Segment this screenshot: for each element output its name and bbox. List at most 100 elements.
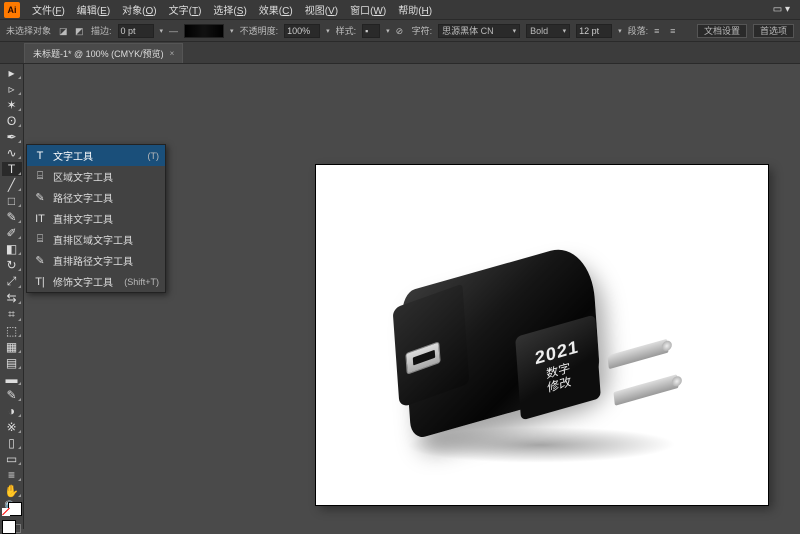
- shape-builder-tool[interactable]: ⬚: [2, 324, 22, 338]
- chevron-down-icon[interactable]: ▾: [230, 27, 234, 35]
- fill-swatch-icon[interactable]: ◪: [59, 26, 69, 36]
- link-icon[interactable]: ⊘: [396, 26, 406, 36]
- symbol-sprayer-tool[interactable]: ※: [2, 420, 22, 434]
- flyout-item-label: 区域文字工具: [53, 169, 113, 184]
- pencil-tool[interactable]: ✐: [2, 226, 22, 240]
- font-size-field[interactable]: 12 pt: [576, 24, 612, 38]
- chevron-down-icon[interactable]: ▾: [160, 27, 164, 35]
- flyout-item-label: 路径文字工具: [53, 190, 113, 205]
- flyout-item-label: 直排文字工具: [53, 211, 113, 226]
- pen-tool[interactable]: ✒: [2, 130, 22, 144]
- chevron-down-icon[interactable]: ▾: [618, 27, 622, 35]
- tool-icon: T|: [33, 276, 47, 288]
- menu-edit[interactable]: 编辑(E): [71, 0, 116, 19]
- artboard[interactable]: 2021 数字 修改: [316, 165, 768, 505]
- style-label: 样式:: [336, 24, 357, 37]
- stroke-label: 描边:: [91, 24, 112, 37]
- tool-icon: IT: [33, 213, 47, 225]
- menu-bar: Ai 文件(F) 编辑(E) 对象(O) 文字(T) 选择(S) 效果(C) 视…: [0, 0, 800, 20]
- toolbox: ▸▹✶ʘ✒∿T╱□✎✐◧↻⤢⇆⌗⬚▦▤▬✎◑※▯▭≡✋🔍: [0, 64, 24, 529]
- paragraph-label: 段落:: [628, 24, 649, 37]
- tool-icon: ✎: [33, 191, 47, 204]
- stroke-swatch-icon[interactable]: ◩: [75, 26, 85, 36]
- rectangle-tool[interactable]: □: [2, 194, 22, 208]
- chevron-down-icon[interactable]: ▾: [386, 27, 390, 35]
- chevron-down-icon[interactable]: ▾: [326, 27, 330, 35]
- font-weight-dropdown[interactable]: Bold▾: [526, 24, 570, 38]
- flyout-item-shortcut: (Shift+T): [124, 277, 159, 287]
- flyout-item-label: 直排路径文字工具: [53, 253, 133, 268]
- menu-select[interactable]: 选择(S): [207, 0, 252, 19]
- tool-icon: ⌸: [33, 170, 47, 183]
- document-tab[interactable]: 未标题-1* @ 100% (CMYK/预览) ×: [24, 43, 183, 63]
- flyout-item[interactable]: ✎ 路径文字工具: [27, 187, 165, 208]
- menu-help[interactable]: 帮助(H): [392, 0, 438, 19]
- line-segment-tool[interactable]: ╱: [2, 178, 22, 192]
- tool-icon: T: [33, 150, 47, 162]
- close-icon[interactable]: ×: [170, 49, 175, 58]
- perspective-tool[interactable]: ▦: [2, 340, 22, 354]
- menu-type[interactable]: 文字(T): [163, 0, 208, 19]
- free-transform-tool[interactable]: ⌗: [2, 307, 22, 322]
- menu-view[interactable]: 视图(V): [299, 0, 344, 19]
- magic-wand-tool[interactable]: ✶: [2, 98, 22, 112]
- slice-tool[interactable]: ≡: [2, 468, 22, 482]
- scale-tool[interactable]: ⤢: [2, 274, 22, 289]
- mesh-tool[interactable]: ▤: [2, 356, 22, 370]
- eraser-tool[interactable]: ◧: [2, 242, 22, 256]
- preferences-button[interactable]: 首选项: [753, 24, 794, 38]
- font-label: 字符:: [412, 24, 433, 37]
- hand-tool[interactable]: ✋: [2, 484, 22, 498]
- artboard-tool[interactable]: ▭: [2, 452, 22, 466]
- stroke-weight-field[interactable]: 0 pt: [118, 24, 154, 38]
- selection-status: 未选择对象: [6, 24, 51, 37]
- flyout-item[interactable]: ✎ 直排路径文字工具: [27, 250, 165, 271]
- eyedropper-tool[interactable]: ✎: [2, 388, 22, 402]
- plug-prong: [613, 374, 678, 406]
- selection-tool[interactable]: ▸: [2, 66, 22, 80]
- width-tool[interactable]: ⇆: [2, 291, 22, 305]
- flyout-item[interactable]: T| 修饰文字工具 (Shift+T): [27, 271, 165, 292]
- app-logo: Ai: [4, 2, 20, 18]
- flyout-item-label: 文字工具: [53, 148, 93, 163]
- flyout-item-shortcut: (T): [148, 151, 160, 161]
- placed-image[interactable]: 2021 数字 修改: [376, 255, 736, 475]
- flyout-item[interactable]: ⌸ 直排区域文字工具: [27, 229, 165, 250]
- style-dropdown[interactable]: ▪: [362, 24, 380, 38]
- brush-definition[interactable]: [184, 24, 224, 38]
- canvas-area[interactable]: 2021 数字 修改: [24, 64, 800, 529]
- flyout-item-label: 修饰文字工具: [53, 274, 113, 289]
- menu-extras-icon[interactable]: ▭ ▾: [767, 2, 796, 17]
- column-graph-tool[interactable]: ▯: [2, 436, 22, 450]
- document-setup-button[interactable]: 文档设置: [697, 24, 747, 38]
- paintbrush-tool[interactable]: ✎: [2, 210, 22, 224]
- opacity-label: 不透明度:: [240, 24, 279, 37]
- blend-tool[interactable]: ◑: [2, 404, 22, 418]
- gradient-tool[interactable]: ▬: [2, 372, 22, 386]
- flyout-item[interactable]: IT 直排文字工具: [27, 208, 165, 229]
- tool-icon: ⌸: [33, 233, 47, 246]
- font-family-dropdown[interactable]: 思源黑体 CN▾: [438, 24, 520, 38]
- type-tool[interactable]: T: [2, 162, 22, 176]
- flyout-item[interactable]: T 文字工具 (T): [27, 145, 165, 166]
- workspace: ▸▹✶ʘ✒∿T╱□✎✐◧↻⤢⇆⌗⬚▦▤▬✎◑※▯▭≡✋🔍 2021 数字 修改: [0, 64, 800, 529]
- document-tab-bar: 未标题-1* @ 100% (CMYK/预览) ×: [0, 42, 800, 64]
- type-tool-flyout: T 文字工具 (T) ⌸ 区域文字工具 ✎ 路径文字工具 IT 直排文字工具 ⌸ 直排区域文字工具 ✎…: [26, 144, 166, 293]
- direct-selection-tool[interactable]: ▹: [2, 82, 22, 96]
- flyout-item-label: 直排区域文字工具: [53, 232, 133, 247]
- opacity-field[interactable]: 100%: [284, 24, 320, 38]
- lasso-tool[interactable]: ʘ: [2, 114, 22, 128]
- document-tab-title: 未标题-1* @ 100% (CMYK/预览): [33, 47, 164, 60]
- menu-object[interactable]: 对象(O): [116, 0, 162, 19]
- menu-effect[interactable]: 效果(C): [253, 0, 299, 19]
- tool-icon: ✎: [33, 254, 47, 267]
- menu-file[interactable]: 文件(F): [26, 0, 71, 19]
- rotate-tool[interactable]: ↻: [2, 258, 22, 272]
- flyout-item[interactable]: ⌸ 区域文字工具: [27, 166, 165, 187]
- control-bar: 未选择对象 ◪ ◩ 描边: 0 pt ▾ — ▾ 不透明度: 100% ▾ 样式…: [0, 20, 800, 42]
- menu-window[interactable]: 窗口(W): [344, 0, 392, 19]
- align-left-icon[interactable]: ≡: [654, 26, 664, 36]
- plug-prong: [607, 339, 668, 369]
- align-center-icon[interactable]: ≡: [670, 26, 680, 36]
- curvature-tool[interactable]: ∿: [2, 146, 22, 160]
